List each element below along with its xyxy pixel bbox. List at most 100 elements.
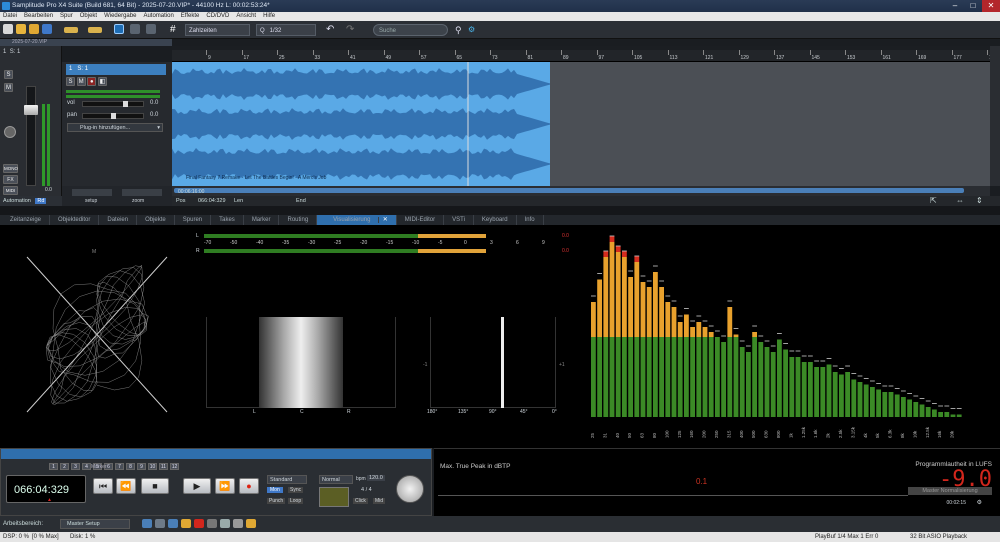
midi-button[interactable]: MIDI [3, 186, 18, 195]
tab-objekteditor[interactable]: Objekteditor [50, 215, 100, 225]
play-button[interactable]: ▶ [183, 478, 211, 494]
menu-effekte[interactable]: Effekte [181, 12, 200, 21]
menu-objekt[interactable]: Objekt [80, 12, 97, 21]
tab-takes[interactable]: Takes [211, 215, 244, 225]
workspace-tool-icon[interactable] [233, 519, 243, 528]
project-tab[interactable]: 2025-07-20.VIP [0, 39, 172, 46]
mono-button[interactable]: MONO [3, 164, 18, 173]
jog-wheel[interactable] [396, 475, 424, 503]
monitor-button[interactable]: ◧ [98, 77, 108, 86]
menu-bearbeiten[interactable]: Bearbeiten [24, 12, 53, 21]
vertical-scrollbar[interactable] [990, 46, 1000, 186]
record-button[interactable]: ● [239, 478, 259, 494]
tab-routing[interactable]: Routing [279, 215, 318, 225]
tab-zeitanzeige[interactable]: Zeitanzeige [2, 215, 51, 225]
tab-visualisierung[interactable]: Visualisierung ✕ [317, 215, 397, 225]
track-solo-button[interactable]: S [66, 77, 75, 86]
click-button[interactable]: Click [353, 498, 368, 504]
maximize-button[interactable]: □ [964, 0, 982, 12]
rewind-start-button[interactable]: ⏮ [93, 478, 113, 494]
marker-number-button[interactable]: 1 [49, 463, 58, 470]
grid-select[interactable]: Q 1/32 [256, 24, 316, 36]
undo-icon[interactable]: ↶ [326, 24, 334, 36]
menu-ansicht[interactable]: Ansicht [236, 12, 256, 21]
marker-number-button[interactable]: 8 [126, 463, 135, 470]
split-tool-icon[interactable] [114, 24, 124, 36]
punch-button[interactable]: Punch [267, 498, 286, 504]
master-fader-handle[interactable] [24, 105, 38, 115]
horizontal-scrollbar[interactable] [172, 186, 990, 196]
workspace-tool-icon[interactable] [246, 519, 256, 528]
workspace-tool-icon[interactable] [168, 519, 178, 528]
zoom-horizontal-icon[interactable]: ⇔ [956, 196, 964, 206]
zoom-mode-select[interactable]: Zahlzeiten [185, 24, 250, 36]
menu-wiedergabe[interactable]: Wiedergabe [104, 12, 136, 21]
tab-vsti[interactable]: VSTi [444, 215, 474, 225]
setup-buttons[interactable] [72, 189, 112, 196]
workspace-select[interactable]: Master Setup [60, 519, 130, 529]
workspace-tool-icon[interactable] [181, 519, 191, 528]
timeline-ruler[interactable]: 9 17 25 33 41 49 57 65 73 81 89 97 105 113 121 129 137 14… [172, 46, 997, 62]
loudness-settings-icon[interactable]: ⚙ [977, 499, 982, 506]
audio-object-waveform[interactable] [172, 62, 990, 186]
tab-keyboard[interactable]: Keyboard [474, 215, 517, 225]
open-project-icon[interactable] [29, 24, 39, 36]
workspace-tool-icon[interactable] [194, 519, 204, 528]
time-display[interactable]: 066:04:329 ▲ [6, 475, 86, 503]
search-icon[interactable]: ⚲ [455, 24, 462, 36]
mid-button[interactable]: Mid [373, 498, 386, 504]
ruler-range-bar[interactable] [172, 46, 990, 50]
marker-number-button[interactable]: 4 [82, 463, 91, 470]
pan-knob[interactable] [4, 126, 16, 138]
loop-button[interactable]: Loop [288, 498, 304, 504]
marker-number-button[interactable]: 10 [148, 463, 157, 470]
marker-number-button[interactable]: 3 [71, 463, 80, 470]
track-mute-button[interactable]: M [76, 77, 86, 86]
settings-icon[interactable]: ⚙ [468, 24, 475, 36]
marker-number-button[interactable]: 9 [137, 463, 146, 470]
menu-cd-dvd[interactable]: CD/DVD [206, 12, 229, 21]
stop-button[interactable]: ■ [141, 478, 169, 494]
vol-slider[interactable] [82, 101, 144, 107]
pos-value[interactable]: 066:04:329 [198, 196, 226, 206]
close-button[interactable]: ✕ [982, 0, 1000, 12]
workspace-tool-icon[interactable] [155, 519, 165, 528]
marker-number-button[interactable]: 11 [159, 463, 168, 470]
workspace-tool-icon[interactable] [207, 519, 217, 528]
track-header[interactable]: 1 S: 1 S M ● ◧ vol 0.0 pan 0.0 Plug-in h… [62, 62, 172, 186]
tab-info[interactable]: Info [517, 215, 544, 225]
bpm-field[interactable]: 120.0 [367, 475, 385, 481]
cut-tool-icon[interactable] [130, 24, 140, 36]
tab-spuren[interactable]: Spuren [175, 215, 212, 225]
new-project-icon[interactable] [3, 24, 13, 36]
menu-hilfe[interactable]: Hilfe [263, 12, 275, 21]
fit-view-icon[interactable]: ⇱ [930, 196, 937, 206]
zoom-buttons[interactable] [122, 189, 162, 196]
menu-automation[interactable]: Automation [143, 12, 173, 21]
solo-button[interactable]: S [4, 70, 13, 79]
tempo-mode-select[interactable]: Normal [319, 475, 353, 484]
tab-midi-editor[interactable]: MIDI-Editor [397, 215, 445, 225]
tab-objekte[interactable]: Objekte [137, 215, 175, 225]
arrangement-view[interactable]: Final Fantasy 7 Remake - Let The Battles… [172, 62, 990, 186]
edit-tool-icon[interactable] [64, 24, 78, 36]
scroll-thumb[interactable] [174, 188, 964, 193]
rewind-button[interactable]: ⏪ [116, 478, 136, 494]
automation-rd-button[interactable]: Rd [35, 198, 47, 204]
signature-field[interactable]: 4 / 4 [361, 487, 372, 493]
workspace-tool-icon[interactable] [220, 519, 230, 528]
tab-marker[interactable]: Marker [244, 215, 280, 225]
mon-button[interactable]: Mon [267, 487, 283, 493]
sync-mode-select[interactable]: Standard [267, 475, 307, 484]
tab-dateien[interactable]: Dateien [99, 215, 138, 225]
redo-icon[interactable]: ↷ [346, 24, 354, 36]
pencil-tool-icon[interactable] [88, 24, 102, 36]
fast-forward-button[interactable]: ⏩ [215, 478, 235, 494]
minimize-button[interactable]: – [946, 0, 964, 12]
zoom-vertical-icon[interactable]: ⇕ [976, 196, 983, 206]
open-folder-icon[interactable] [16, 24, 26, 36]
save-icon[interactable] [42, 24, 52, 36]
marker-number-button[interactable]: 2 [60, 463, 69, 470]
mute-button[interactable]: M [4, 83, 13, 92]
plugin-add-dropdown[interactable]: Plug-in hinzufügen... ▾ [67, 123, 163, 132]
